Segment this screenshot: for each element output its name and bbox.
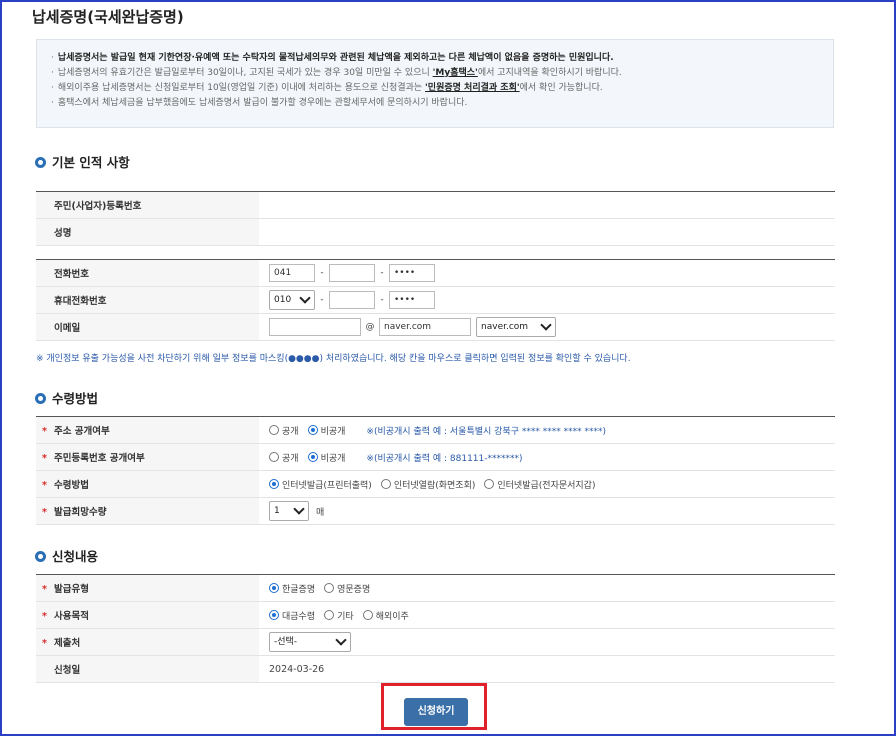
rrn-private-radio[interactable] (307, 452, 318, 462)
section-title-apply: 신청내용 (35, 546, 98, 565)
page-title: 납세증명(국세완납증명) (32, 8, 184, 26)
phone-label: 전화번호 (36, 259, 259, 287)
rrn-public-label: * 주민등록번호 공개여부 (36, 443, 259, 471)
receive-method-table: * 주소 공개여부 공개 비공개 ※(비공개시 출력 예 : 서울특별시 강북구 **… (36, 416, 835, 525)
notice-box: 납세증명서는 발급일 현재 기한연장·유예액 또는 수탁자의 물적납세의무와 관… (36, 39, 834, 128)
date-label: 신청일 (36, 655, 259, 683)
masking-note: ※ 개인정보 유출 가능성을 사전 차단하기 위해 일부 정보를 마스킹(●●●… (36, 354, 631, 364)
phone-area-input[interactable]: 041 (269, 264, 315, 282)
email-id-input[interactable] (269, 318, 361, 336)
bullet-icon (35, 157, 46, 168)
chevron-down-icon (293, 503, 305, 515)
notice-line-3: 해외이주용 납세증명서는 신청일로부터 10일(영업일 기준) 이내에 처리하는… (51, 81, 833, 96)
method-view-radio[interactable] (380, 479, 391, 489)
email-domain-select[interactable]: naver.com (476, 317, 557, 337)
bullet-icon (35, 393, 46, 404)
purpose-label: * 사용목적 (36, 601, 259, 629)
submit-button[interactable]: 신청하기 (404, 698, 468, 726)
submit-to-label: * 제출처 (36, 628, 259, 656)
id-label: 주민(사업자)등록번호 (36, 191, 259, 219)
purpose-emigration-radio[interactable] (362, 610, 373, 620)
phone-middle-input[interactable] (329, 264, 375, 282)
method-label: * 수령방법 (36, 470, 259, 498)
mobile-middle-input[interactable] (329, 291, 375, 309)
mobile-label: 휴대전화번호 (36, 286, 259, 314)
email-label: 이메일 (36, 313, 259, 341)
phone-last-input[interactable]: •••• (389, 264, 435, 282)
chevron-down-icon (335, 634, 347, 646)
type-korean-radio[interactable] (269, 583, 279, 593)
email-domain-input[interactable]: naver.com (379, 318, 471, 336)
type-label: * 발급유형 (36, 574, 259, 602)
submit-to-select[interactable]: -선택- (269, 632, 351, 652)
qty-select[interactable]: 1 (269, 501, 309, 521)
name-label: 성명 (36, 218, 259, 246)
method-print-radio[interactable] (269, 479, 279, 489)
addr-example: ※(비공개시 출력 예 : 서울특별시 강북구 **** **** **** *… (366, 426, 606, 437)
bullet-icon (35, 551, 46, 562)
apply-content-table: * 발급유형 한글증명 영문증명 * 사용목적 대금수령 기타 해외이주 * 제출처 -선택… (36, 574, 835, 683)
rrn-example: ※(비공개시 출력 예 : 881111-*******) (366, 453, 523, 464)
result-inquiry-link[interactable]: '민원증명 처리결과 조회' (425, 83, 520, 93)
my-hometax-link[interactable]: 'My홈택스' (433, 68, 478, 78)
qty-unit: 매 (316, 507, 325, 518)
addr-public-label: * 주소 공개여부 (36, 416, 259, 444)
basic-info-table-1: 주민(사업자)등록번호 성명 (36, 191, 835, 246)
section-title-receive: 수령방법 (35, 388, 98, 407)
notice-line-4: 홈택스에서 체납세금을 납부했음에도 납세증명서 발급이 불가할 경우에는 관할… (51, 96, 833, 111)
chevron-down-icon (299, 292, 311, 304)
name-value (259, 218, 835, 246)
date-value: 2024-03-26 (259, 655, 835, 683)
notice-line-2: 납세증명서의 유효기간은 발급일로부터 30일이나, 고지된 국세가 있는 경우… (51, 66, 833, 81)
section-title-basic: 기본 인적 사항 (35, 152, 130, 171)
method-wallet-radio[interactable] (484, 479, 495, 489)
addr-public-radio[interactable] (269, 425, 279, 435)
rrn-public-radio[interactable] (269, 452, 279, 462)
qty-label: * 발급희망수량 (36, 497, 259, 525)
mobile-last-input[interactable]: •••• (389, 291, 435, 309)
notice-line-1: 납세증명서는 발급일 현재 기한연장·유예액 또는 수탁자의 물적납세의무와 관… (51, 51, 833, 66)
email-at: @ (365, 322, 375, 332)
purpose-payment-radio[interactable] (269, 610, 279, 620)
addr-private-radio[interactable] (307, 425, 318, 435)
id-value (259, 191, 835, 219)
purpose-other-radio[interactable] (324, 610, 335, 620)
type-english-radio[interactable] (324, 583, 335, 593)
mobile-prefix-select[interactable]: 010 (269, 290, 315, 310)
chevron-down-icon (540, 319, 552, 331)
basic-info-table-2: 전화번호 041- - •••• 휴대전화번호 010- - •••• 이메일 @ nav… (36, 259, 835, 341)
